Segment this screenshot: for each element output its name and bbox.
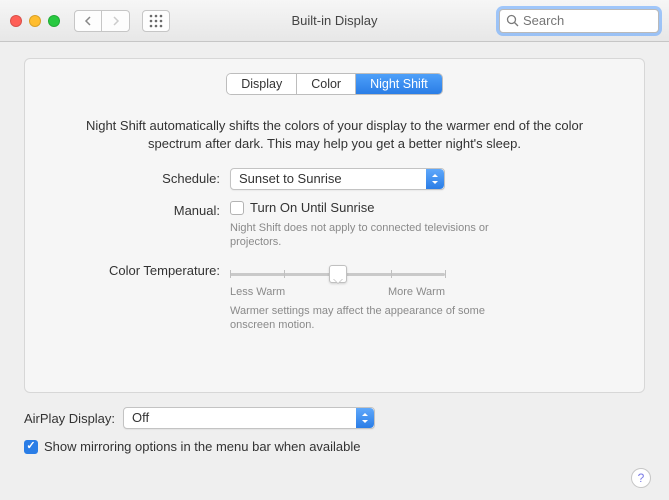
chevron-updown-icon (356, 408, 374, 428)
chevron-updown-icon (426, 169, 444, 189)
show-all-button[interactable] (142, 10, 170, 32)
nav-buttons (74, 10, 130, 32)
tab-color[interactable]: Color (297, 74, 356, 94)
schedule-select[interactable]: Sunset to Sunrise (230, 168, 445, 190)
airplay-value: Off (132, 410, 149, 425)
search-icon (506, 14, 519, 27)
airplay-label: AirPlay Display: (24, 411, 115, 426)
minimize-icon[interactable] (29, 15, 41, 27)
airplay-select[interactable]: Off (123, 407, 375, 429)
slider-thumb[interactable] (329, 265, 347, 283)
manual-checkbox[interactable] (230, 201, 244, 215)
back-button[interactable] (74, 10, 102, 32)
tab-bar: Display Color Night Shift (226, 73, 443, 95)
manual-note: Night Shift does not apply to connected … (230, 221, 490, 250)
schedule-value: Sunset to Sunrise (239, 171, 342, 186)
mirror-label: Show mirroring options in the menu bar w… (44, 439, 361, 454)
window-controls (10, 15, 60, 27)
manual-checkbox-label: Turn On Until Sunrise (250, 200, 375, 215)
search-field[interactable] (499, 9, 659, 33)
window-title: Built-in Display (178, 13, 491, 28)
tab-display[interactable]: Display (227, 74, 297, 94)
help-icon: ? (638, 471, 645, 485)
color-temp-slider[interactable] (230, 264, 445, 284)
schedule-label: Schedule: (65, 168, 230, 186)
zoom-icon[interactable] (48, 15, 60, 27)
manual-label: Manual: (65, 200, 230, 218)
color-temp-note: Warmer settings may affect the appearanc… (230, 304, 490, 333)
tab-night-shift[interactable]: Night Shift (356, 74, 442, 94)
description-text: Night Shift automatically shifts the col… (25, 95, 644, 162)
mirror-checkbox[interactable] (24, 440, 38, 454)
titlebar: Built-in Display (0, 0, 669, 42)
slider-max-label: More Warm (388, 286, 445, 298)
help-button[interactable]: ? (631, 468, 651, 488)
forward-button (102, 10, 130, 32)
color-temp-label: Color Temperature: (65, 260, 230, 278)
slider-min-label: Less Warm (230, 286, 285, 298)
search-input[interactable] (523, 13, 652, 28)
settings-panel: Display Color Night Shift Night Shift au… (24, 58, 645, 393)
footer: AirPlay Display: Off Show mirroring opti… (0, 399, 669, 472)
close-icon[interactable] (10, 15, 22, 27)
